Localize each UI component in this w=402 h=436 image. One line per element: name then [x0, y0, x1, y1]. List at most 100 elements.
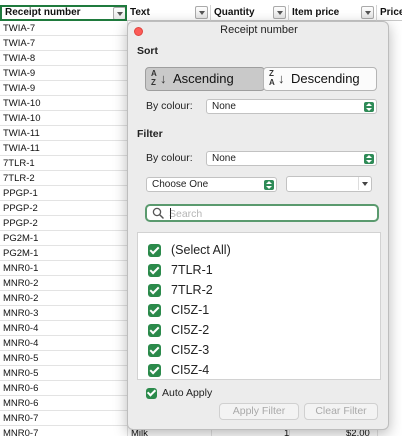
receipt-number-cell[interactable]: TWIA-8 — [0, 51, 127, 66]
receipt-number-cell[interactable]: 7TLR-2 — [0, 171, 127, 186]
receipt-number-cell[interactable]: TWIA-9 — [0, 66, 127, 81]
sort-ascending-button[interactable]: A Z ↓ Ascending — [145, 67, 265, 91]
filter-sort-popup: Receipt number Sort A Z ↓ Ascending Z A … — [127, 21, 389, 430]
receipt-number-cell[interactable]: TWIA-7 — [0, 21, 127, 36]
header-text-label: Text — [130, 7, 150, 18]
receipt-number-cell[interactable]: TWIA-11 — [0, 141, 127, 156]
filter-list-item[interactable]: CI5Z-2 — [148, 321, 209, 339]
search-input[interactable] — [169, 207, 374, 220]
header-receipt-number-label: Receipt number — [5, 7, 81, 18]
filter-by-colour-select[interactable]: None — [206, 151, 377, 166]
filter-list-item[interactable]: CI5Z-1 — [148, 301, 209, 319]
sort-descending-label: Descending — [291, 71, 360, 86]
sort-ascending-label: Ascending — [173, 71, 234, 86]
receipt-number-cell[interactable]: MNR0-6 — [0, 396, 127, 411]
receipt-number-cell[interactable]: TWIA-10 — [0, 96, 127, 111]
receipt-number-filter-button[interactable] — [113, 7, 125, 19]
receipt-number-cell[interactable]: MNR0-5 — [0, 351, 127, 366]
receipt-number-cell[interactable]: MNR0-1 — [0, 261, 127, 276]
sort-by-colour-select[interactable]: None — [206, 99, 377, 114]
select-arrows-icon — [264, 180, 274, 190]
receipt-number-cell[interactable]: 7TLR-1 — [0, 156, 127, 171]
text-filter-button[interactable] — [195, 6, 208, 19]
filter-list-item-label: CI5Z-1 — [171, 303, 210, 317]
popup-title: Receipt number — [220, 24, 298, 36]
search-icon — [152, 207, 164, 219]
receipt-number-cell[interactable]: MNR0-7 — [0, 426, 127, 436]
receipt-number-cell[interactable]: MNR0-5 — [0, 366, 127, 381]
auto-apply-checkbox[interactable]: Auto Apply — [146, 387, 212, 399]
clear-filter-button[interactable]: Clear Filter — [304, 403, 378, 420]
filter-list-item-label: 7TLR-1 — [171, 263, 213, 277]
filter-list-item-label: CI5Z-2 — [171, 323, 210, 337]
receipt-number-cell[interactable]: MNR0-2 — [0, 291, 127, 306]
sort-icon-letter: A — [269, 78, 275, 87]
sort-icon-letter: Z — [151, 78, 156, 87]
filter-condition-value: Choose One — [152, 179, 209, 190]
filter-list-item-label: (Select All) — [171, 243, 231, 257]
checkbox-checked-icon[interactable] — [148, 243, 161, 257]
receipt-number-cell[interactable]: TWIA-11 — [0, 126, 127, 141]
receipt-number-cell[interactable]: PPGP-1 — [0, 186, 127, 201]
filter-list-item[interactable]: CI5Z-3 — [148, 341, 209, 359]
header-price[interactable]: Price — [377, 5, 402, 21]
receipt-number-cell[interactable]: MNR0-3 — [0, 306, 127, 321]
item-price-filter-button[interactable] — [361, 6, 374, 19]
receipt-number-cell[interactable]: TWIA-9 — [0, 81, 127, 96]
sort-icon-letter: Z — [269, 69, 274, 78]
receipt-number-cell[interactable]: PG2M-1 — [0, 231, 127, 246]
header-text[interactable]: Text — [127, 5, 211, 21]
filter-by-colour-label: By colour: — [146, 152, 193, 164]
header-quantity-label: Quantity — [214, 7, 255, 18]
sort-by-colour-label: By colour: — [146, 100, 193, 112]
receipt-number-cell[interactable]: PPGP-2 — [0, 201, 127, 216]
sort-descending-button[interactable]: Z A ↓ Descending — [263, 67, 377, 91]
header-item-price-label: Item price — [292, 7, 340, 18]
checkbox-checked-icon[interactable] — [148, 323, 161, 337]
checkbox-checked-icon[interactable] — [148, 303, 161, 317]
quantity-filter-button[interactable] — [273, 6, 286, 19]
checkbox-checked-icon[interactable] — [148, 263, 161, 277]
chevron-down-icon[interactable] — [358, 177, 370, 190]
filter-list-item[interactable]: CI5Z-4 — [148, 361, 209, 379]
sort-icon-letter: A — [151, 69, 157, 78]
header-quantity[interactable]: Quantity — [211, 5, 289, 21]
filter-by-colour-value: None — [212, 153, 236, 164]
select-arrows-icon — [364, 154, 374, 164]
receipt-number-cell[interactable]: PG2M-1 — [0, 246, 127, 261]
text-cursor — [170, 208, 171, 219]
receipt-number-cell[interactable]: TWIA-10 — [0, 111, 127, 126]
sort-descending-icon: Z A ↓ — [269, 69, 285, 87]
sort-by-colour-value: None — [212, 101, 236, 112]
filter-list-item-label: CI5Z-3 — [171, 343, 210, 357]
select-arrows-icon — [364, 102, 374, 112]
checkbox-checked-icon[interactable] — [148, 283, 161, 297]
receipt-number-cell[interactable]: MNR0-7 — [0, 411, 127, 426]
filter-criteria-combo[interactable] — [286, 176, 372, 192]
auto-apply-label: Auto Apply — [162, 387, 213, 399]
receipt-number-cell[interactable]: PPGP-2 — [0, 216, 127, 231]
receipt-number-cell[interactable]: MNR0-2 — [0, 276, 127, 291]
filter-list-item[interactable]: 7TLR-1 — [148, 261, 213, 279]
filter-condition-select[interactable]: Choose One — [146, 177, 277, 192]
filter-list-item[interactable]: 7TLR-2 — [148, 281, 213, 299]
checkbox-checked-icon[interactable] — [148, 363, 161, 377]
filter-list-item[interactable]: (Select All) — [148, 241, 231, 259]
header-item-price[interactable]: Item price — [289, 5, 377, 21]
filter-search-field[interactable] — [145, 204, 379, 222]
receipt-number-cell[interactable]: MNR0-4 — [0, 321, 127, 336]
sort-ascending-icon: A Z ↓ — [151, 69, 167, 87]
filter-list-item-label: CI5Z-4 — [171, 363, 210, 377]
receipt-number-cell[interactable]: TWIA-7 — [0, 36, 127, 51]
checkbox-checked-icon[interactable] — [148, 343, 161, 357]
header-receipt-number[interactable]: Receipt number — [0, 5, 127, 21]
sort-section-label: Sort — [137, 45, 158, 57]
apply-filter-button[interactable]: Apply Filter — [219, 403, 299, 420]
filter-list-item-label: 7TLR-2 — [171, 283, 213, 297]
receipt-number-column: TWIA-7 TWIA-7 TWIA-8 TWIA-9 TWIA-9 TWIA-10 TWI… — [0, 21, 127, 436]
filter-values-list[interactable]: (Select All) 7TLR-1 7TLR-2 CI5Z-1 CI5Z-2 CI5Z… — [137, 232, 381, 380]
receipt-number-cell[interactable]: MNR0-6 — [0, 381, 127, 396]
header-row: Receipt number Text Quantity Item price … — [0, 5, 402, 21]
checkbox-checked-icon[interactable] — [146, 387, 157, 399]
receipt-number-cell[interactable]: MNR0-4 — [0, 336, 127, 351]
